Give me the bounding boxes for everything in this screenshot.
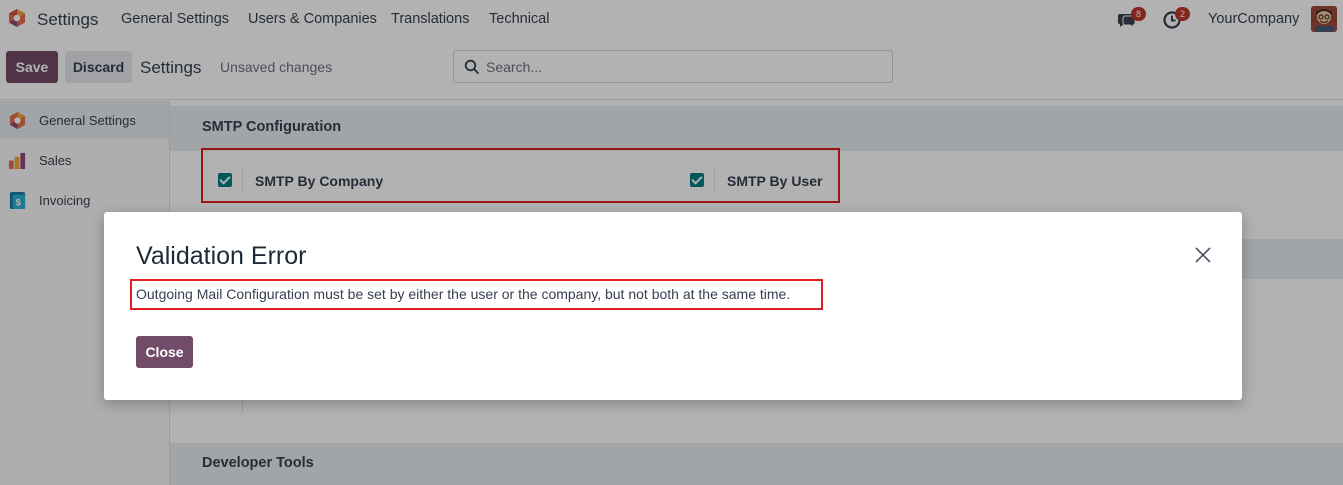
close-icon[interactable]	[1194, 246, 1212, 264]
dialog-message: Outgoing Mail Configuration must be set …	[136, 286, 791, 302]
close-button[interactable]: Close	[136, 336, 193, 368]
validation-error-dialog: Validation Error Outgoing Mail Configura…	[104, 212, 1242, 400]
dialog-title: Validation Error	[136, 242, 307, 270]
